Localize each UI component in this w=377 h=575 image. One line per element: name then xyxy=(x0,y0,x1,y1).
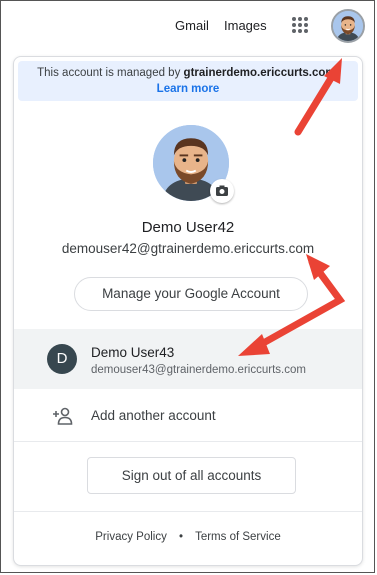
manage-account-button[interactable]: Manage your Google Account xyxy=(74,277,308,311)
profile-name: Demo User42 xyxy=(141,219,235,236)
managed-account-notice: This account is managed by gtrainerdemo.… xyxy=(18,61,358,101)
account-avatar-button[interactable] xyxy=(331,9,365,43)
avatar-face-icon xyxy=(333,11,363,41)
other-account-email: demouser43@gtrainerdemo.ericcurts.com xyxy=(91,364,306,376)
divider xyxy=(14,511,362,512)
footer-separator: • xyxy=(179,531,184,543)
account-menu-card: This account is managed by gtrainerdemo.… xyxy=(13,56,363,566)
notice-text: This account is managed by xyxy=(37,67,181,79)
profile-email: demouser42@gtrainerdemo.ericcurts.com xyxy=(61,241,315,256)
images-link[interactable]: Images xyxy=(224,18,267,33)
account-initial-avatar: D xyxy=(47,344,77,374)
learn-more-link[interactable]: Learn more xyxy=(18,81,358,97)
terms-of-service-link[interactable]: Terms of Service xyxy=(195,531,281,543)
add-person-icon xyxy=(53,407,73,425)
footer-links: Privacy Policy • Terms of Service xyxy=(14,531,362,543)
privacy-policy-link[interactable]: Privacy Policy xyxy=(95,531,167,543)
notice-domain: gtrainerdemo.ericcurts.com. xyxy=(183,67,339,79)
top-bar: Gmail Images xyxy=(0,0,377,54)
add-account-row[interactable]: Add another account xyxy=(14,393,362,439)
add-account-label: Add another account xyxy=(91,408,216,423)
other-account-name: Demo User43 xyxy=(91,345,175,360)
sign-out-button[interactable]: Sign out of all accounts xyxy=(87,457,296,494)
camera-icon[interactable] xyxy=(210,179,234,203)
apps-grid-icon[interactable] xyxy=(292,17,308,33)
divider xyxy=(14,441,362,442)
gmail-link[interactable]: Gmail xyxy=(175,18,209,33)
other-account-row[interactable]: D Demo User43 demouser43@gtrainerdemo.er… xyxy=(14,329,362,389)
